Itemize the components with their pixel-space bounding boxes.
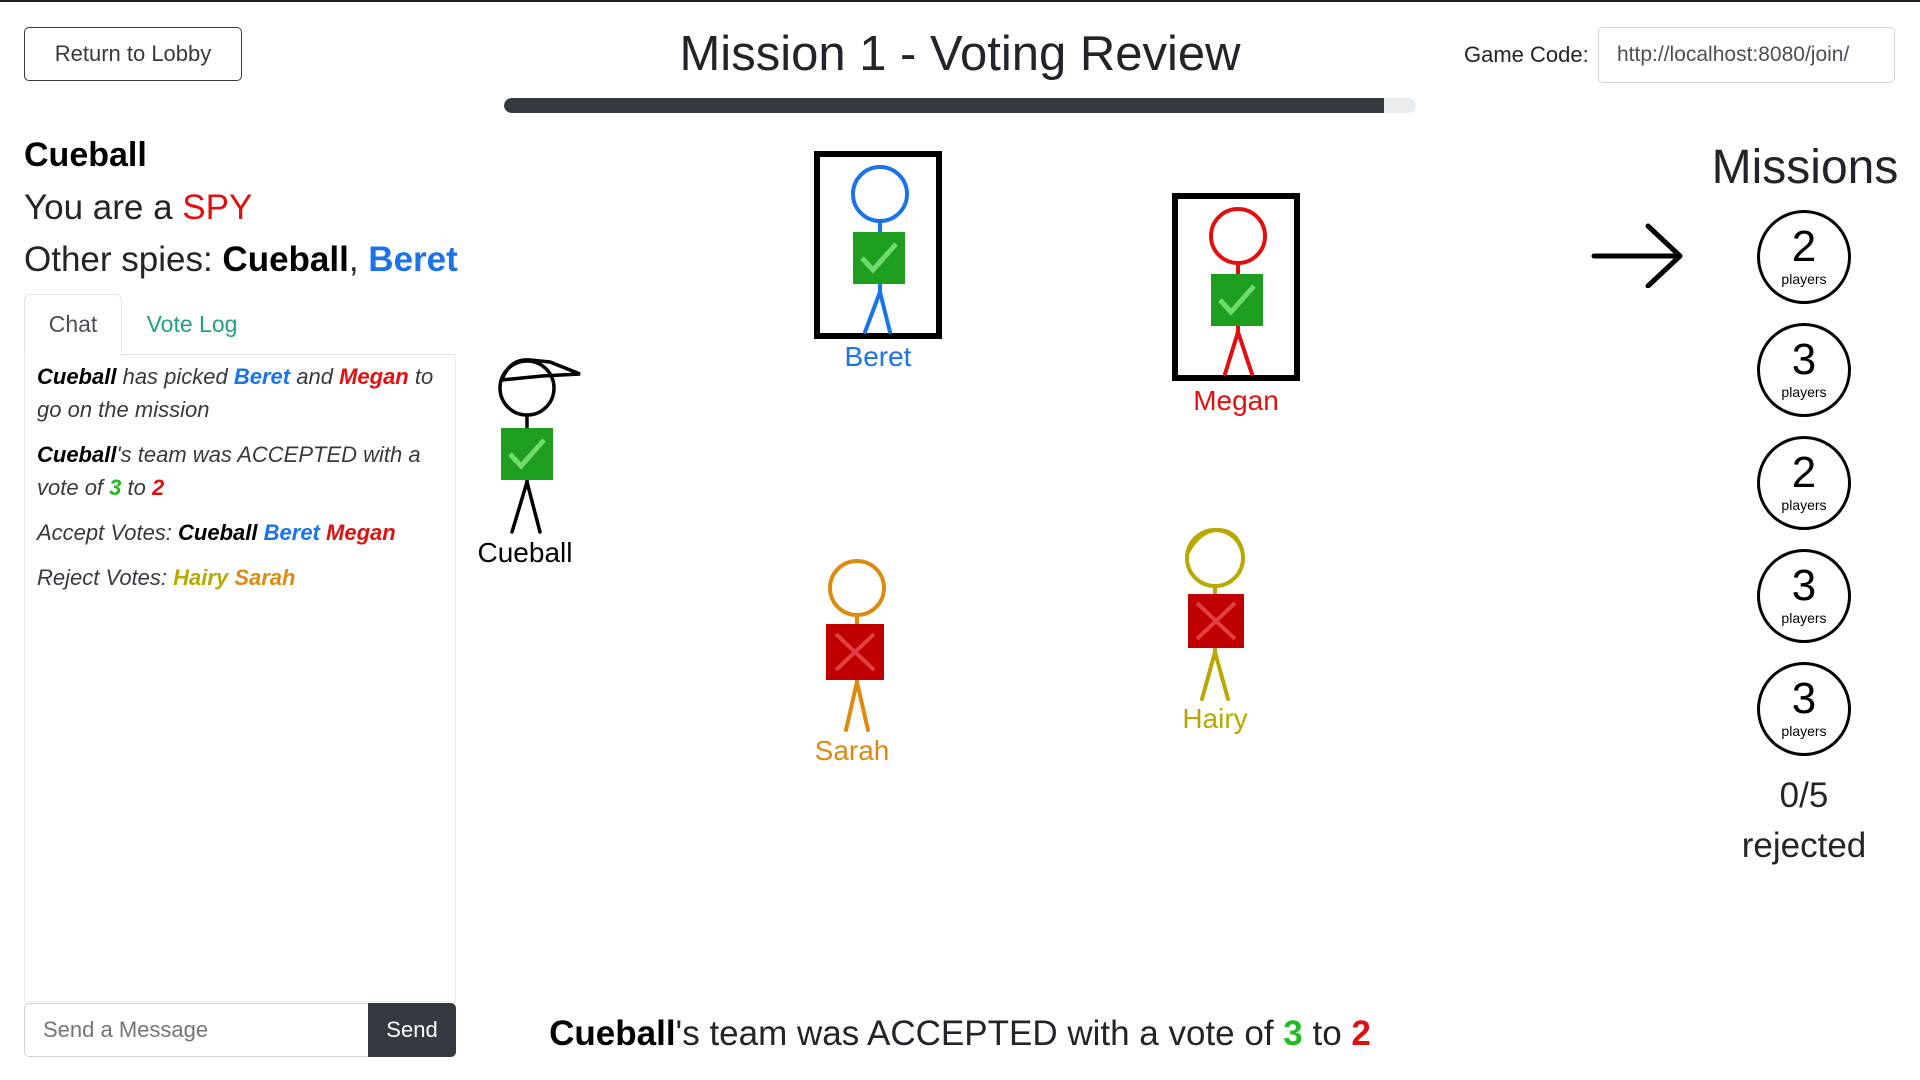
timer-progress-fill [504,98,1385,113]
summary-text: 's team was ACCEPTED with a vote of [675,1014,1284,1053]
player-hairy[interactable]: Hairy [1182,527,1248,734]
spies-prefix: Other spies: [24,240,223,279]
msg-player: Cueball [178,520,258,545]
chat-message: Accept Votes: Cueball Beret Megan [37,516,443,549]
chat-tabs: Chat Vote Log [24,294,456,355]
summary-yes-count: 3 [1283,1014,1303,1053]
tab-chat[interactable]: Chat [24,294,122,355]
other-spies-line: Other spies: Cueball, Beret [24,240,458,280]
player-name: Cueball [24,136,147,174]
vote-accept-card [501,428,553,480]
player-name-label: Hairy [1182,703,1247,734]
player-name-label: Beret [845,341,912,372]
mission-player-count: 2 [1791,448,1817,497]
player-name-label: Cueball [478,537,573,568]
msg-yes-count: 3 [109,475,122,500]
player-beret[interactable]: Beret [814,151,942,372]
spy-name: Cueball [222,240,349,279]
vote-accept-card [1211,274,1263,326]
mission-3: 2 players [1757,436,1851,530]
player-name-label: Sarah [815,735,890,766]
msg-player: Sarah [234,565,296,590]
chat-message: Cueball's team was ACCEPTED with a vote … [37,438,443,504]
timer-progress-bar [504,98,1416,113]
summary-leader: Cueball [549,1014,676,1053]
mission-1: 2 players [1757,210,1851,304]
chat-message: Reject Votes: Hairy Sarah [37,561,443,594]
summary-no-count: 2 [1351,1014,1371,1053]
mission-2: 3 players [1757,323,1851,417]
mission-player-label: players [1781,384,1827,400]
player-sarah[interactable]: Sarah [815,559,890,766]
missions-title: Missions [1711,141,1899,194]
msg-text: has picked [116,364,234,389]
msg-player: Hairy [173,565,229,590]
msg-text: to [121,475,152,500]
return-to-lobby-button[interactable]: Return to Lobby [24,27,242,81]
player-board: Beret Megan Cueball Sarah Hairy [478,151,1300,766]
role-prefix: You are a [24,188,183,227]
message-input[interactable] [24,1003,368,1057]
role-value: SPY [182,188,253,227]
mission-player-label: players [1781,497,1827,513]
rejected-count: 0/5 [1779,776,1829,815]
mission-player-label: players [1781,723,1827,739]
mission-player-count: 3 [1791,335,1817,384]
mission-player-label: players [1781,271,1827,287]
game-code-field[interactable] [1598,27,1895,83]
msg-player: Beret [263,520,320,545]
vote-summary: Cueball's team was ACCEPTED with a vote … [480,1014,1440,1054]
page-title: Mission 1 - Voting Review [679,27,1241,81]
player-name-label: Megan [1193,385,1279,416]
player-megan[interactable]: Megan [1172,193,1300,416]
mission-player-count: 2 [1791,222,1817,271]
msg-player: Cueball [37,364,117,389]
msg-text: Accept Votes: [37,520,179,545]
game-code-label: Game Code: [1464,42,1589,67]
msg-text: and [290,364,340,389]
spies-separator: , [348,240,369,279]
chat-panel[interactable]: Cueball has picked Beret and Megan to go… [24,354,456,1002]
vote-accept-card [853,232,905,284]
mission-player-label: players [1781,610,1827,626]
send-button[interactable]: Send [368,1003,456,1057]
mission-5: 3 players [1757,662,1851,756]
msg-player: Megan [339,364,409,389]
mission-4: 3 players [1757,549,1851,643]
rejected-label: rejected [1741,826,1867,865]
player-cueball[interactable]: Cueball [478,358,581,568]
msg-player: Beret [233,364,291,389]
summary-text: to [1302,1014,1352,1053]
role-line: You are a SPY [24,188,252,228]
msg-text: Reject Votes: [37,565,174,590]
msg-no-count: 2 [151,475,165,500]
current-mission-arrow-icon [1591,223,1683,288]
chat-message: Cueball has picked Beret and Megan to go… [37,360,443,426]
mission-player-count: 3 [1791,561,1817,610]
spy-name: Beret [368,240,458,279]
leader-cap-icon [499,358,581,383]
tab-vote-log[interactable]: Vote Log [122,294,262,354]
msg-player: Megan [326,520,396,545]
msg-player: Cueball [37,442,117,467]
mission-player-count: 3 [1791,674,1817,723]
